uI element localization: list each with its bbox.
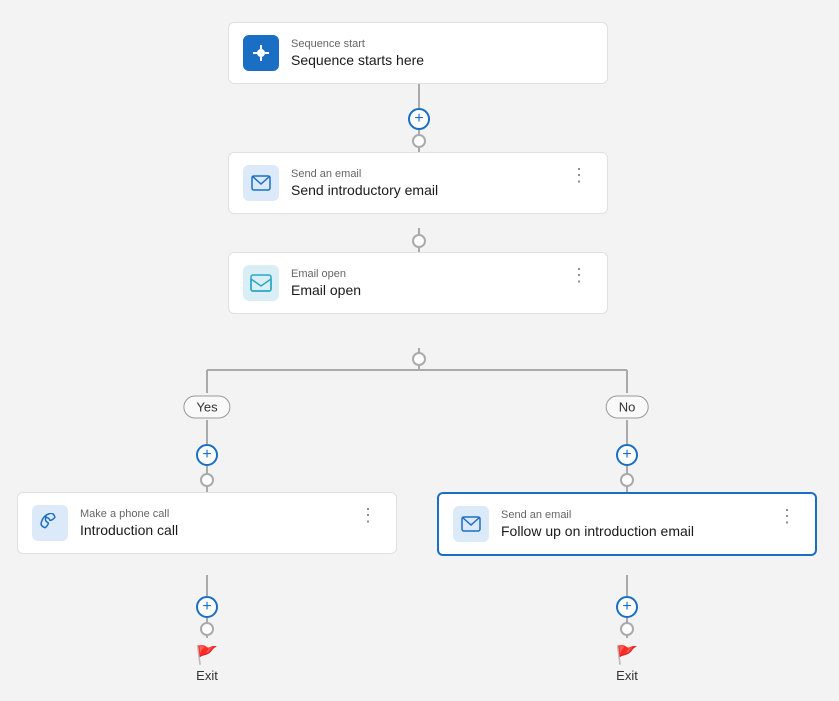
sequence-start-title: Sequence starts here xyxy=(291,52,593,68)
follow-up-text: Send an email Follow up on introduction … xyxy=(501,509,762,539)
sequence-start-text: Sequence start Sequence starts here xyxy=(291,38,593,68)
exit-left-label: Exit xyxy=(196,668,218,683)
plus-bottom-left[interactable]: + xyxy=(196,596,218,618)
send-intro-menu[interactable]: ⋮ xyxy=(566,165,593,186)
plus-no-branch[interactable]: + xyxy=(616,444,638,466)
phone-call-text: Make a phone call Introduction call xyxy=(80,508,343,538)
email-open-icon xyxy=(243,265,279,301)
phone-call-label: Make a phone call xyxy=(80,508,343,520)
phone-call-card[interactable]: Make a phone call Introduction call ⋮ xyxy=(17,492,397,554)
follow-up-card[interactable]: Send an email Follow up on introduction … xyxy=(437,492,817,556)
send-intro-title: Send introductory email xyxy=(291,182,554,198)
follow-up-title: Follow up on introduction email xyxy=(501,523,762,539)
circle-branch xyxy=(412,352,426,366)
plus-yes-branch[interactable]: + xyxy=(196,444,218,466)
email-open-label: Email open xyxy=(291,268,554,280)
follow-up-menu[interactable]: ⋮ xyxy=(774,506,801,527)
sequence-start-card[interactable]: Sequence start Sequence starts here xyxy=(228,22,608,84)
circle-1 xyxy=(412,134,426,148)
circle-bottom-left xyxy=(200,622,214,636)
send-intro-text: Send an email Send introductory email xyxy=(291,168,554,198)
yes-branch-label: Yes xyxy=(183,396,230,419)
circle-2 xyxy=(412,234,426,248)
follow-up-label: Send an email xyxy=(501,509,762,521)
sequence-start-icon xyxy=(243,35,279,71)
circle-no xyxy=(620,473,634,487)
send-intro-card[interactable]: Send an email Send introductory email ⋮ xyxy=(228,152,608,214)
send-email-icon xyxy=(243,165,279,201)
flag-icon-right: 🚩 xyxy=(616,645,638,666)
email-open-title: Email open xyxy=(291,282,554,298)
exit-right-label: Exit xyxy=(616,668,638,683)
email-open-menu[interactable]: ⋮ xyxy=(566,265,593,286)
plus-bottom-right[interactable]: + xyxy=(616,596,638,618)
exit-right: 🚩 Exit xyxy=(616,645,638,683)
exit-left: 🚩 Exit xyxy=(196,645,218,683)
no-branch-label: No xyxy=(606,396,649,419)
phone-call-title: Introduction call xyxy=(80,522,343,538)
sequence-start-label: Sequence start xyxy=(291,38,593,50)
flag-icon-left: 🚩 xyxy=(196,645,218,666)
follow-up-icon xyxy=(453,506,489,542)
plus-after-start[interactable]: + xyxy=(408,108,430,130)
email-open-text: Email open Email open xyxy=(291,268,554,298)
circle-bottom-right xyxy=(620,622,634,636)
phone-call-menu[interactable]: ⋮ xyxy=(355,505,382,526)
circle-yes xyxy=(200,473,214,487)
send-intro-label: Send an email xyxy=(291,168,554,180)
phone-call-icon xyxy=(32,505,68,541)
email-open-card[interactable]: Email open Email open ⋮ xyxy=(228,252,608,314)
